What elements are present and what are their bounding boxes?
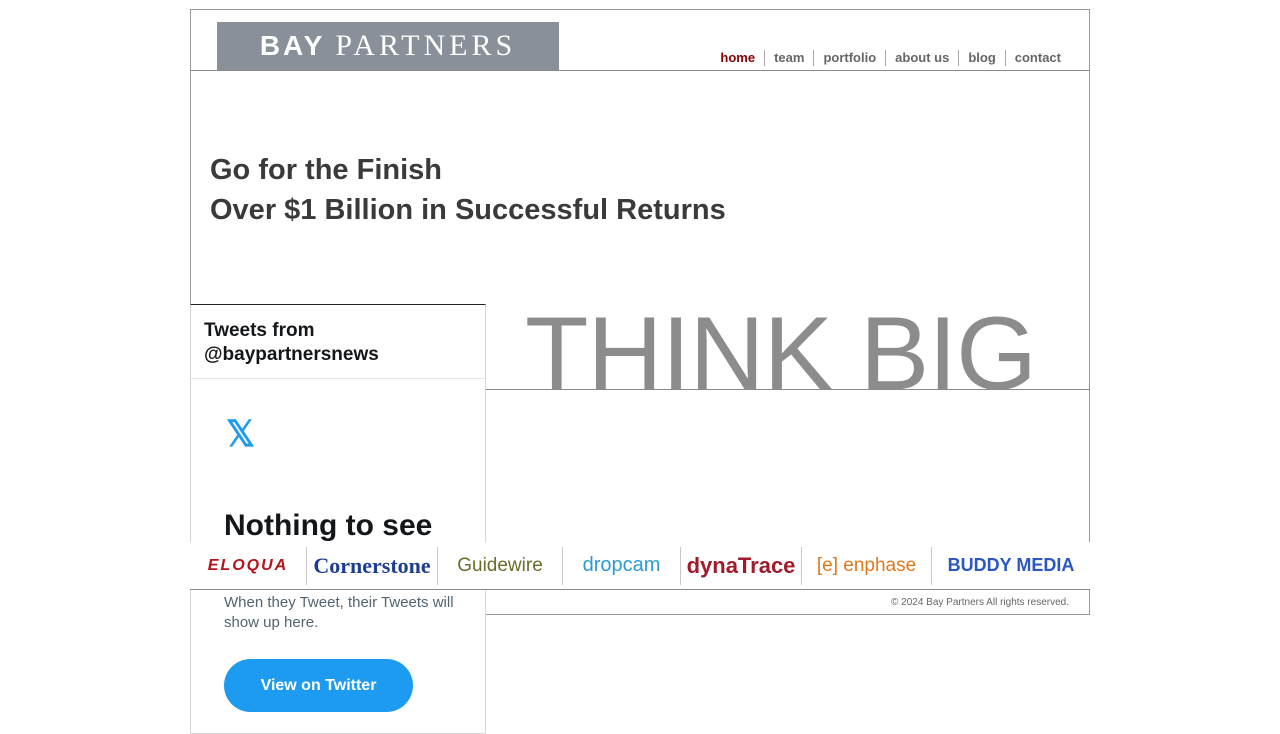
header-divider xyxy=(190,70,1090,71)
main-nav: home team portfolio about us blog contac… xyxy=(711,50,1070,66)
enphase-logo[interactable]: [e] enphase xyxy=(802,546,932,585)
twitter-empty-body: When they Tweet, their Tweets will show … xyxy=(224,594,454,631)
think-big-tagline: THINK BIG xyxy=(525,296,1037,412)
guidewire-logo[interactable]: Guidewire xyxy=(438,546,563,585)
twitter-empty-title: Nothing to see xyxy=(224,509,433,542)
hero-line-2: Over $1 Billion in Successful Returns xyxy=(210,194,726,226)
dropcam-logo[interactable]: dropcam xyxy=(563,546,681,585)
tagline-divider xyxy=(485,389,1090,390)
nav-home[interactable]: home xyxy=(711,50,764,66)
logo-rest-text: PARTNERS xyxy=(335,29,517,62)
nav-contact[interactable]: contact xyxy=(1004,50,1070,66)
hero-headline: Go for the Finish Over $1 Billion in Suc… xyxy=(210,150,726,230)
copyright-text: © 2024 Bay Partners All rights reserved. xyxy=(890,597,1069,608)
hero-line-1: Go for the Finish xyxy=(210,154,442,186)
twitter-widget: Tweets from @baypartnersnews 𝕏 Nothing t… xyxy=(190,304,486,734)
bay-partners-logo[interactable]: BAY PARTNERS xyxy=(217,22,559,70)
nav-team[interactable]: team xyxy=(764,50,813,66)
buddy-media-logo[interactable]: BUDDY MEDIA xyxy=(932,547,1090,585)
nav-about-us[interactable]: about us xyxy=(885,50,958,66)
eloqua-logo[interactable]: ELOQUA xyxy=(190,546,307,585)
logo-bold-text: BAY xyxy=(259,30,326,61)
nav-portfolio[interactable]: portfolio xyxy=(813,50,885,66)
portfolio-logo-strip: ELOQUA Cornerstone Guidewire dropcam dyn… xyxy=(190,542,1090,590)
view-on-twitter-button[interactable]: View on Twitter xyxy=(224,659,413,712)
cornerstone-logo[interactable]: Cornerstone xyxy=(307,546,438,585)
twitter-header[interactable]: Tweets from @baypartnersnews xyxy=(191,305,485,379)
x-logo-icon: 𝕏 xyxy=(226,413,256,454)
dynatrace-logo[interactable]: dynaTrace xyxy=(681,546,802,585)
nav-blog[interactable]: blog xyxy=(958,50,1004,66)
